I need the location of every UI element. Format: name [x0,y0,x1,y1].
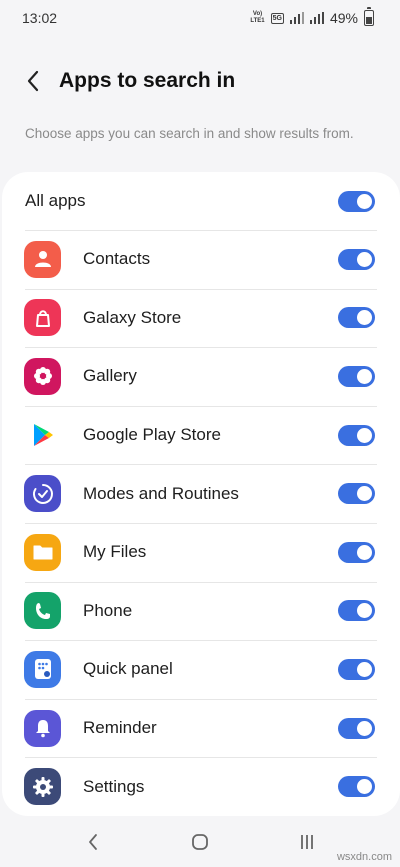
watermark: wsxdn.com [336,851,392,863]
my-files-toggle[interactable] [338,541,375,563]
google-play-store-toggle[interactable] [338,424,375,446]
app-row-reminder[interactable]: Reminder [2,698,400,758]
reminder-icon [24,709,61,747]
app-row-contacts[interactable]: Contacts [2,230,400,289]
all-apps-label: All apps [25,191,86,210]
my-files-icon [24,533,61,571]
app-row-modes-and-routines[interactable]: Modes and Routines [2,464,400,523]
home-icon [192,833,208,850]
app-label: Settings [83,776,145,796]
modes-and-routines-toggle[interactable] [338,483,375,505]
quick-panel-icon [24,650,61,688]
battery-percentage: 49% [329,10,358,26]
header: Apps to search in [0,58,400,104]
network-badge: 5G [270,12,284,24]
volte-indicator: Vo) LTE1 [250,11,265,24]
settings-icon [24,768,61,806]
status-bar: 13:02 Vo) LTE1 5G 49% [0,0,400,36]
gallery-toggle[interactable] [338,365,375,387]
quick-panel-toggle[interactable] [338,658,375,680]
app-row-phone[interactable]: Phone [2,581,400,641]
app-row-settings[interactable]: Settings [2,757,400,816]
settings-toggle[interactable] [338,776,375,798]
app-row-google-play-store[interactable]: Google Play Store [2,405,400,465]
app-label: Galaxy Store [83,307,182,327]
nav-recents-button[interactable] [277,822,337,862]
app-label: Contacts [83,249,151,269]
app-row-quick-panel[interactable]: Quick panel [2,640,400,699]
nav-home-button[interactable] [170,822,230,862]
galaxy-store-toggle[interactable] [338,307,375,329]
nav-back-button[interactable] [63,822,123,862]
contacts-icon [24,240,61,278]
apps-list-card: All apps Contacts Galaxy Store Gallery G… [2,172,400,816]
status-time: 13:02 [22,10,58,26]
status-icons: Vo) LTE1 5G 49% [250,7,374,26]
back-button[interactable] [13,61,53,101]
all-apps-toggle[interactable] [338,190,375,212]
google-play-icon [24,416,61,454]
galaxy-store-icon [24,299,61,337]
app-label: Gallery [83,366,137,386]
app-row-gallery[interactable]: Gallery [2,347,400,406]
contacts-toggle[interactable] [338,248,375,270]
app-row-galaxy-store[interactable]: Galaxy Store [2,288,400,348]
app-label: Google Play Store [83,425,221,445]
back-chevron-icon [89,833,98,850]
gallery-icon [24,357,61,395]
app-label: My Files [83,542,147,562]
app-label: Quick panel [83,659,173,679]
page-description: Choose apps you can search in and show r… [25,126,354,141]
reminder-toggle[interactable] [338,717,375,739]
signal-icon [289,12,304,24]
phone-toggle[interactable] [338,600,375,622]
app-label: Reminder [83,718,157,738]
signal-icon-2 [309,12,324,24]
recents-icon [300,834,313,849]
back-arrow-icon [27,70,39,92]
all-apps-row[interactable]: All apps [2,172,400,230]
app-label: Phone [83,600,133,620]
app-label: Modes and Routines [83,483,239,503]
page-title: Apps to search in [59,69,236,92]
phone-icon [24,592,61,630]
app-row-my-files[interactable]: My Files [2,522,400,582]
modes-routines-icon [24,475,61,513]
battery-icon [364,7,374,26]
